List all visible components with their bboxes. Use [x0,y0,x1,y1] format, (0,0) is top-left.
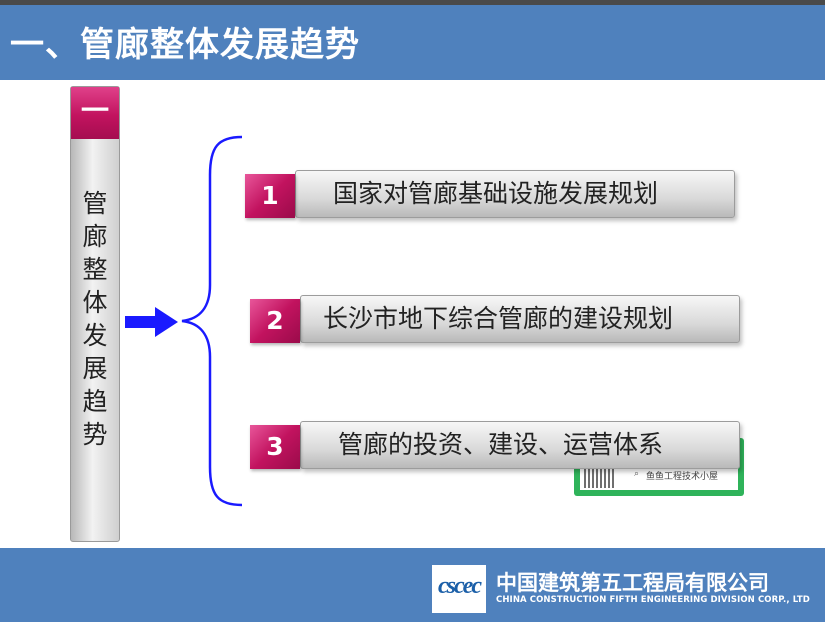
logo-wordmark: cscec [438,573,482,599]
vertical-char: 整 [82,255,108,284]
item-number-badge: 2 [250,299,300,343]
slide-footer: cscec 中国建筑第五工程局有限公司 CHINA CONSTRUCTION F… [0,548,825,622]
vertical-char: 管 [82,189,108,218]
side-bar-cap: 一 [71,87,119,139]
item-label: 管廊的投资、建设、运营体系 [338,430,664,459]
right-arrow-icon [125,307,178,337]
company-name-chinese: 中国建筑第五工程局有限公司 [496,571,769,595]
curly-brace-icon [181,135,243,507]
item-number-badge: 1 [245,174,295,218]
list-item[interactable]: 长沙市地下综合管廊的建设规划 2 [250,295,740,345]
vertical-char: 廊 [82,222,108,251]
list-item[interactable]: 管廊的投资、建设、运营体系 3 [250,421,740,471]
item-label: 国家对管廊基础设施发展规划 [333,179,659,208]
vertical-char: 展 [82,354,108,383]
item-number-badge: 3 [250,425,300,469]
item-label: 长沙市地下综合管廊的建设规划 [323,304,674,333]
slide-header: 一、管廊整体发展趋势 [0,5,825,80]
list-item[interactable]: 国家对管廊基础设施发展规划 1 [245,170,735,220]
company-name-english: CHINA CONSTRUCTION FIFTH ENGINEERING DIV… [496,595,810,605]
side-category-bar: 一 管 廊 整 体 发 展 趋 势 [70,86,120,542]
side-bar-vertical-text: 管 廊 整 体 发 展 趋 势 [71,187,119,451]
company-logo: cscec [432,565,486,613]
vertical-char: 发 [82,321,108,350]
vertical-char: 趋 [82,387,108,416]
vertical-char: 体 [82,288,108,317]
slide-title: 一、管廊整体发展趋势 [10,25,360,65]
vertical-char: 势 [82,420,108,449]
